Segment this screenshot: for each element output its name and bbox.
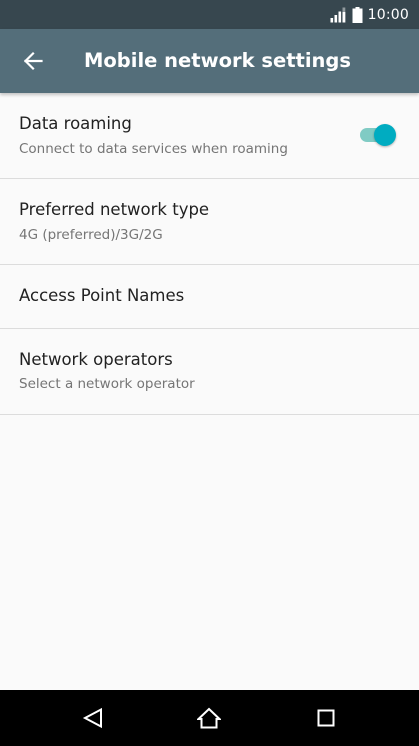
nav-home-button[interactable] (189, 698, 229, 738)
app-bar: Mobile network settings (0, 29, 419, 93)
toggle-thumb (374, 124, 396, 146)
setting-title: Data roaming (19, 114, 132, 133)
recents-icon (317, 709, 335, 727)
setting-data-roaming[interactable]: Data roaming Connect to data services wh… (0, 93, 419, 179)
back-button[interactable] (13, 41, 53, 81)
signal-icon (330, 7, 345, 23)
back-triangle-icon (82, 707, 102, 729)
setting-title: Network operators (19, 350, 173, 369)
clock: 10:00 (367, 6, 409, 23)
nav-back-button[interactable] (73, 698, 113, 738)
setting-summary: Connect to data services when roaming (19, 141, 288, 157)
page-title: Mobile network settings (84, 49, 351, 72)
nav-recents-button[interactable] (306, 698, 346, 738)
status-icons: 10:00 (330, 0, 409, 29)
home-icon (197, 707, 221, 729)
setting-title: Access Point Names (19, 286, 185, 305)
battery-icon (352, 6, 363, 23)
setting-summary: Select a network operator (19, 376, 195, 392)
status-bar: 10:00 (0, 0, 419, 29)
setting-preferred-network-type[interactable]: Preferred network type 4G (preferred)/3G… (0, 179, 419, 265)
settings-list: Data roaming Connect to data services wh… (0, 93, 419, 415)
data-roaming-toggle[interactable] (358, 124, 398, 146)
setting-access-point-names[interactable]: Access Point Names (0, 265, 419, 329)
navigation-bar (0, 690, 419, 746)
setting-network-operators[interactable]: Network operators Select a network opera… (0, 329, 419, 415)
arrow-back-icon (23, 51, 43, 71)
setting-title: Preferred network type (19, 200, 210, 219)
setting-summary: 4G (preferred)/3G/2G (19, 227, 163, 243)
